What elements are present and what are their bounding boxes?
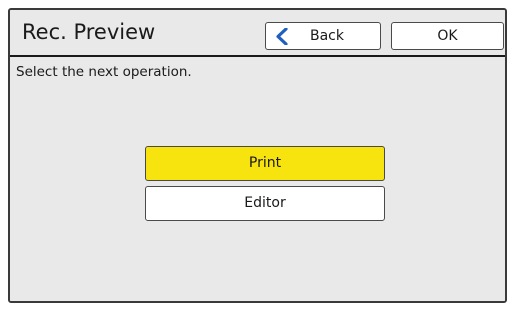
- back-button-label: Back: [310, 28, 344, 44]
- chevron-left-icon: [274, 27, 290, 46]
- content-area: Select the next operation. Print Editor: [10, 57, 505, 301]
- rec-preview-screen: Rec. Preview Back OK Select the next ope…: [8, 8, 507, 303]
- editor-button[interactable]: Editor: [145, 186, 385, 221]
- ok-button[interactable]: OK: [391, 22, 504, 50]
- print-button[interactable]: Print: [145, 146, 385, 181]
- header-bar: Rec. Preview Back OK: [10, 10, 505, 57]
- back-button[interactable]: Back: [265, 22, 381, 50]
- page-title: Rec. Preview: [22, 20, 156, 44]
- instruction-text: Select the next operation.: [16, 64, 192, 80]
